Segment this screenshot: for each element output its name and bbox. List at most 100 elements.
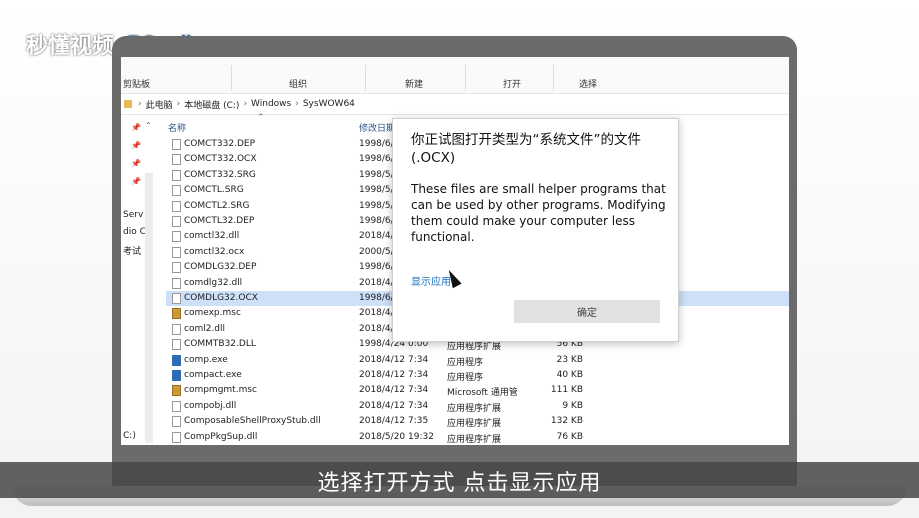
- breadcrumb-syswow64[interactable]: SysWOW64: [303, 99, 355, 109]
- file-icon: [172, 246, 181, 258]
- file-name: CompPkgSup.dll: [184, 431, 258, 442]
- file-type: Microsoft 通用管: [447, 388, 518, 399]
- file-name: comexp.msc: [184, 308, 241, 319]
- pin-icon[interactable]: 📌: [131, 159, 141, 168]
- ribbon-divider: [465, 65, 466, 91]
- file-name: COMCT332.SRG: [184, 169, 256, 180]
- ribbon-clipboard-label[interactable]: 剪贴板: [123, 77, 150, 90]
- file-date: 1998/6/: [359, 262, 394, 273]
- file-name: ComposableShellProxyStub.dll: [184, 416, 321, 427]
- file-size: 132 KB: [550, 416, 583, 427]
- chevron-right-icon: ›: [243, 99, 248, 109]
- nav-item[interactable]: dio C: [123, 227, 146, 237]
- file-name: COMCTL32.DEP: [184, 216, 255, 226]
- file-icon: [172, 262, 181, 274]
- file-name: comctl32.ocx: [184, 246, 245, 257]
- file-name: COMDLG32.DEP: [184, 262, 257, 273]
- ribbon-new-label[interactable]: 新建: [405, 77, 423, 90]
- file-type: 应用程序扩展: [447, 419, 502, 430]
- pin-icon[interactable]: 📌: [131, 141, 141, 150]
- file-type: 应用程序扩展: [447, 403, 502, 414]
- file-row[interactable]: compmgmt.msc 2018/4/12 7:34 Microsoft 通用管 1…: [166, 383, 789, 398]
- application-icon: [172, 370, 181, 381]
- file-row[interactable]: comp.exe 2018/4/12 7:34 应用程序 23 KB: [166, 353, 789, 368]
- file-icon: [172, 277, 181, 289]
- file-icon: [172, 169, 181, 181]
- file-icon: [172, 200, 181, 212]
- file-name: COMCTL2.SRG: [184, 200, 250, 211]
- file-row[interactable]: compact.exe 2018/4/12 7:34 应用程序 40 KB: [166, 368, 789, 383]
- file-date: 1998/5/: [359, 169, 394, 180]
- file-name: COMMTB32.DLL: [184, 339, 256, 350]
- pin-icon[interactable]: 📌: [131, 123, 141, 132]
- file-name: COMDLG32.OCX: [184, 293, 258, 303]
- file-date: 1998/6/: [359, 139, 394, 149]
- file-date: 1998/6/: [359, 293, 394, 303]
- file-date: 2018/4/12 7:34: [359, 370, 429, 380]
- ok-button[interactable]: 确定: [514, 300, 660, 323]
- nav-item[interactable]: 考试: [123, 244, 141, 257]
- dialog-body: These files are small helper programs th…: [411, 182, 666, 244]
- file-size: 76 KB: [556, 431, 583, 442]
- chevron-right-icon: ›: [138, 99, 142, 109]
- file-name: comp.exe: [184, 354, 228, 365]
- chevron-right-icon: ›: [176, 99, 181, 109]
- chevron-right-icon: ›: [295, 99, 299, 109]
- file-date: 2018/5/20 19:32: [359, 431, 434, 442]
- file-date: 2018/4/: [359, 231, 394, 242]
- file-size: 111 KB: [550, 385, 583, 396]
- nav-item[interactable]: Serv: [123, 210, 143, 220]
- file-row[interactable]: ComposableShellProxyStub.dll 2018/4/12 7:…: [166, 414, 789, 429]
- column-header-name[interactable]: 名称: [168, 121, 186, 134]
- file-icon: [172, 431, 181, 443]
- ribbon-divider: [553, 65, 554, 91]
- file-date: 1998/6/: [359, 154, 394, 165]
- file-type: 应用程序: [447, 373, 484, 383]
- console-icon: [172, 385, 181, 397]
- file-type: 应用程序扩展: [447, 434, 502, 445]
- file-row[interactable]: compobj.dll 2018/4/12 7:34 应用程序扩展 9 KB: [166, 399, 789, 414]
- ribbon-open-label[interactable]: 打开: [503, 77, 521, 90]
- file-name: COMCTL.SRG: [184, 185, 244, 196]
- folder-icon: [124, 100, 132, 108]
- address-bar[interactable]: › 此电脑 › 本地磁盘 (C:) › Windows › SysWOW64: [121, 94, 789, 115]
- file-name: compmgmt.msc: [184, 385, 257, 396]
- file-icon: [172, 293, 181, 304]
- file-date: 1998/6/: [359, 216, 394, 226]
- file-icon: [172, 323, 181, 335]
- column-header-modified[interactable]: 修改日期: [359, 121, 395, 134]
- screen: 剪贴板 组织 新建 打开 选择 › 此电脑 › 本地磁盘 (C:) › Wind…: [121, 57, 789, 445]
- file-date: 2018/4/12 7:35: [359, 416, 429, 427]
- pin-icon[interactable]: 📌: [131, 177, 141, 186]
- ribbon: 剪贴板 组织 新建 打开 选择: [121, 57, 789, 94]
- ribbon-divider: [231, 65, 232, 91]
- file-icon: [172, 139, 181, 150]
- breadcrumb-windows[interactable]: Windows: [251, 99, 291, 109]
- file-icon: [172, 231, 181, 243]
- file-name: COMCT332.OCX: [184, 154, 257, 165]
- breadcrumb-local-disk[interactable]: 本地磁盘 (C:): [184, 98, 239, 111]
- file-date: 2000/5/: [359, 246, 394, 257]
- file-name: compact.exe: [184, 370, 242, 380]
- file-icon: [172, 154, 181, 166]
- nav-scrollbar[interactable]: [145, 173, 153, 443]
- file-date: 2018/4/12 7:34: [359, 385, 429, 396]
- file-date: 1998/5/: [359, 185, 394, 196]
- file-row[interactable]: CompPkgSup.dll 2018/5/20 19:32 应用程序扩展 76 KB: [166, 430, 789, 445]
- breadcrumb-this-pc[interactable]: 此电脑: [146, 98, 173, 111]
- file-icon: [172, 416, 181, 428]
- ribbon-organize-label[interactable]: 组织: [289, 77, 307, 90]
- ribbon-divider: [365, 65, 366, 91]
- file-date: 2018/4/12 7:34: [359, 400, 429, 411]
- dialog-title: 你正试图打开类型为“系统文件”的文件(.OCX): [411, 132, 641, 166]
- nav-item[interactable]: C:): [123, 431, 136, 441]
- file-size: 40 KB: [556, 370, 583, 380]
- file-name: compobj.dll: [184, 400, 237, 411]
- file-size: 9 KB: [562, 400, 583, 411]
- file-name: comdlg32.dll: [184, 277, 243, 288]
- ribbon-select-label[interactable]: 选择: [579, 77, 597, 90]
- file-icon: [172, 400, 181, 412]
- chevron-up-icon[interactable]: ⌃: [145, 121, 152, 130]
- sort-ascending-icon: ⌃: [257, 113, 265, 123]
- open-with-dialog: 你正试图打开类型为“系统文件”的文件(.OCX) These files are…: [392, 118, 679, 342]
